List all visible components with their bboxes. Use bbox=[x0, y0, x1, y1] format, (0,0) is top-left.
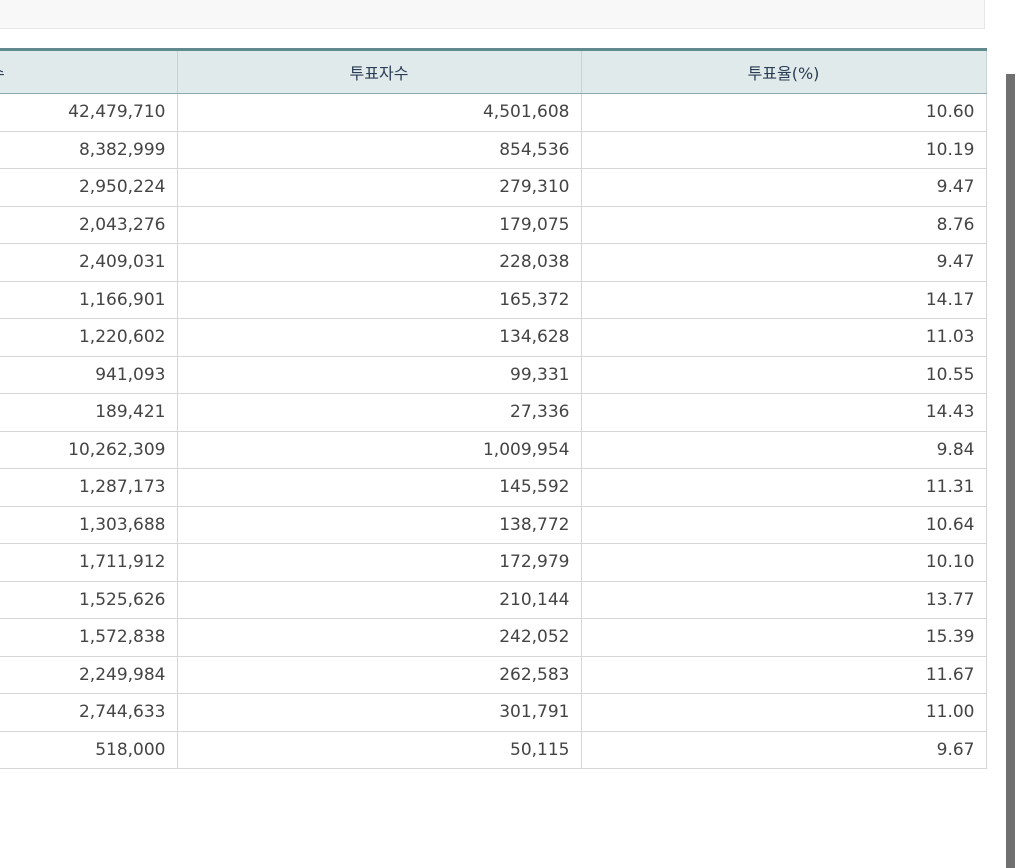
table-row: 1,287,173 145,592 11.31 bbox=[0, 468, 987, 507]
cell-voters: 50,115 bbox=[176, 730, 582, 769]
cell-turnout-rate: 9.47 bbox=[580, 168, 987, 207]
cell-electors: 518,000 bbox=[0, 730, 178, 769]
table-row: 8,382,999 854,536 10.19 bbox=[0, 130, 987, 169]
cell-voters: 301,791 bbox=[176, 693, 582, 732]
cell-voters: 172,979 bbox=[176, 543, 582, 582]
cell-turnout-rate: 11.03 bbox=[580, 318, 987, 357]
cell-turnout-rate: 15.39 bbox=[580, 618, 987, 657]
table-row: 518,000 50,115 9.67 bbox=[0, 730, 987, 769]
cell-turnout-rate: 10.55 bbox=[580, 355, 987, 394]
table-row: 2,950,224 279,310 9.47 bbox=[0, 168, 987, 207]
cell-voters: 179,075 bbox=[176, 205, 582, 244]
cell-turnout-rate: 10.64 bbox=[580, 505, 987, 544]
cell-electors: 2,950,224 bbox=[0, 168, 178, 207]
cell-electors: 2,249,984 bbox=[0, 655, 178, 694]
cell-electors: 2,409,031 bbox=[0, 243, 178, 282]
cell-electors: 1,166,901 bbox=[0, 280, 178, 319]
column-header-voters: 투표자수 bbox=[176, 49, 582, 94]
cell-voters: 228,038 bbox=[176, 243, 582, 282]
cell-voters: 854,536 bbox=[176, 130, 582, 169]
table-row: 1,572,838 242,052 15.39 bbox=[0, 618, 987, 657]
table-row: 1,711,912 172,979 10.10 bbox=[0, 543, 987, 582]
cell-turnout-rate: 10.60 bbox=[580, 93, 987, 132]
cell-voters: 138,772 bbox=[176, 505, 582, 544]
cell-turnout-rate: 10.19 bbox=[580, 130, 987, 169]
table-body: 42,479,710 4,501,608 10.60 8,382,999 854,536… bbox=[0, 93, 987, 769]
table-row: 2,249,984 262,583 11.67 bbox=[0, 655, 987, 694]
cell-turnout-rate: 9.84 bbox=[580, 430, 987, 469]
table-row: 2,744,633 301,791 11.00 bbox=[0, 693, 987, 732]
cell-voters: 27,336 bbox=[176, 393, 582, 432]
cell-electors: 189,421 bbox=[0, 393, 178, 432]
cell-electors: 1,711,912 bbox=[0, 543, 178, 582]
cell-voters: 279,310 bbox=[176, 168, 582, 207]
cell-voters: 4,501,608 bbox=[176, 93, 582, 132]
cell-voters: 262,583 bbox=[176, 655, 582, 694]
cell-voters: 210,144 bbox=[176, 580, 582, 619]
cell-voters: 134,628 bbox=[176, 318, 582, 357]
cell-electors: 1,287,173 bbox=[0, 468, 178, 507]
cell-turnout-rate: 11.31 bbox=[580, 468, 987, 507]
column-header-electors: 수 bbox=[0, 49, 178, 94]
cell-turnout-rate: 9.47 bbox=[580, 243, 987, 282]
cell-electors: 10,262,309 bbox=[0, 430, 178, 469]
cell-turnout-rate: 14.43 bbox=[580, 393, 987, 432]
cell-electors: 8,382,999 bbox=[0, 130, 178, 169]
table-row: 189,421 27,336 14.43 bbox=[0, 393, 987, 432]
cell-turnout-rate: 10.10 bbox=[580, 543, 987, 582]
cell-voters: 99,331 bbox=[176, 355, 582, 394]
table-row: 10,262,309 1,009,954 9.84 bbox=[0, 430, 987, 469]
table-row: 941,093 99,331 10.55 bbox=[0, 355, 987, 394]
top-panel bbox=[0, 0, 985, 29]
table-row: 42,479,710 4,501,608 10.60 bbox=[0, 93, 987, 132]
table-row: 2,043,276 179,075 8.76 bbox=[0, 205, 987, 244]
cell-electors: 941,093 bbox=[0, 355, 178, 394]
cell-electors: 2,043,276 bbox=[0, 205, 178, 244]
cell-turnout-rate: 9.67 bbox=[580, 730, 987, 769]
cell-electors: 1,572,838 bbox=[0, 618, 178, 657]
table-header-row: 수 투표자수 투표율(%) bbox=[0, 49, 987, 94]
table-row: 1,220,602 134,628 11.03 bbox=[0, 318, 987, 357]
turnout-table-container: 수 투표자수 투표율(%) 42,479,7104,501,60810.608,… bbox=[0, 48, 987, 769]
table-row: 2,409,031 228,038 9.47 bbox=[0, 243, 987, 282]
cell-electors: 1,525,626 bbox=[0, 580, 178, 619]
table-row: 1,303,688 138,772 10.64 bbox=[0, 505, 987, 544]
cell-voters: 1,009,954 bbox=[176, 430, 582, 469]
cell-electors: 42,479,710 bbox=[0, 93, 178, 132]
cell-voters: 165,372 bbox=[176, 280, 582, 319]
cell-electors: 2,744,633 bbox=[0, 693, 178, 732]
column-header-turnout-rate: 투표율(%) bbox=[580, 49, 987, 94]
cell-turnout-rate: 13.77 bbox=[580, 580, 987, 619]
turnout-table: 수 투표자수 투표율(%) 42,479,7104,501,60810.608,… bbox=[0, 48, 987, 769]
cell-electors: 1,220,602 bbox=[0, 318, 178, 357]
table-row: 1,166,901 165,372 14.17 bbox=[0, 280, 987, 319]
cell-voters: 242,052 bbox=[176, 618, 582, 657]
cell-voters: 145,592 bbox=[176, 468, 582, 507]
cell-electors: 1,303,688 bbox=[0, 505, 178, 544]
table-row: 1,525,626 210,144 13.77 bbox=[0, 580, 987, 619]
cell-turnout-rate: 11.00 bbox=[580, 693, 987, 732]
vertical-scrollbar[interactable] bbox=[1006, 74, 1015, 868]
cell-turnout-rate: 8.76 bbox=[580, 205, 987, 244]
cell-turnout-rate: 11.67 bbox=[580, 655, 987, 694]
cell-turnout-rate: 14.17 bbox=[580, 280, 987, 319]
